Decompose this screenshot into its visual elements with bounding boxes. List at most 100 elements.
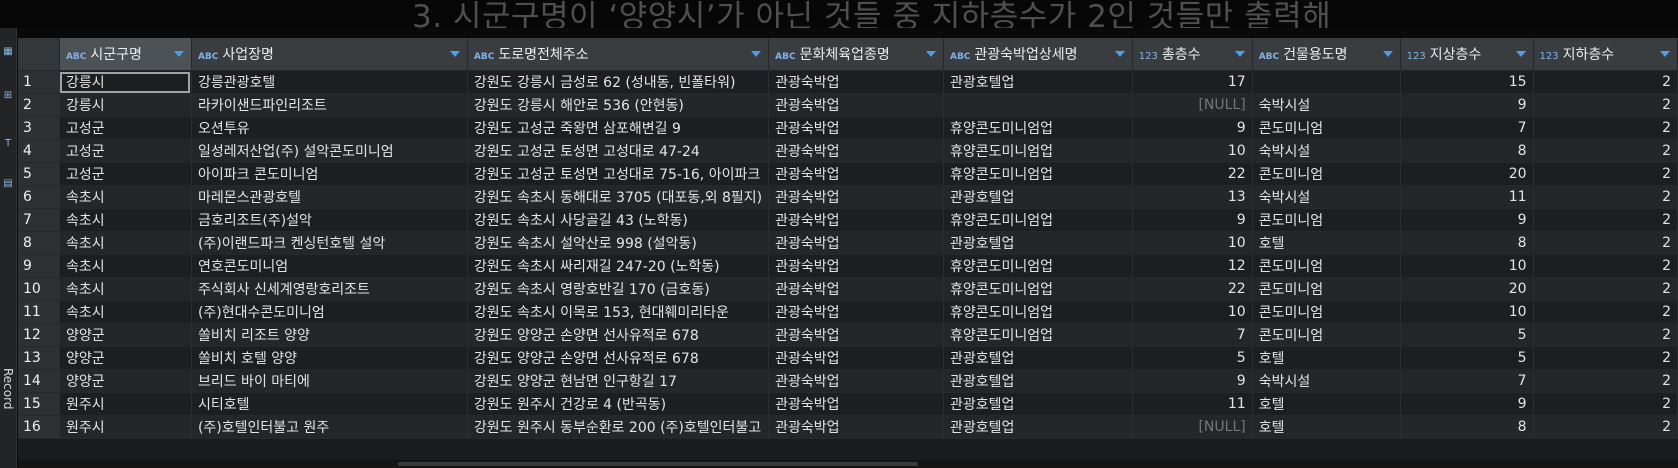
row-number[interactable]: 3 xyxy=(18,116,60,140)
table-cell[interactable]: 휴양콘도미니엄업 xyxy=(943,277,1133,301)
table-cell[interactable]: 2 xyxy=(1533,300,1678,324)
table-cell[interactable]: 속초시 xyxy=(59,208,192,232)
table-cell[interactable]: 관광숙박업 xyxy=(768,369,944,393)
table-cell[interactable]: 콘도미니엄 xyxy=(1252,116,1401,140)
table-cell[interactable]: 2 xyxy=(1533,369,1678,393)
sort-dropdown-icon[interactable] xyxy=(1234,51,1245,57)
table-cell[interactable]: 7 xyxy=(1132,323,1253,347)
table-cell[interactable]: (주)이랜드파크 켄싱턴호텔 설악 xyxy=(191,231,468,255)
table-cell[interactable]: 숙박시설 xyxy=(1252,185,1401,209)
row-number[interactable]: 6 xyxy=(18,185,60,209)
table-cell[interactable]: 2 xyxy=(1533,208,1678,232)
table-cell[interactable]: 9 xyxy=(1132,116,1253,140)
table-cell[interactable]: 주식회사 신세계영랑호리조트 xyxy=(191,277,468,301)
table-cell[interactable]: 고성군 xyxy=(59,116,192,140)
table-row[interactable]: 9 속초시 연호콘도미니엄 강원도 속초시 싸리재길 247-20 (노학동) 관광숙박… xyxy=(18,254,1678,278)
row-number[interactable]: 5 xyxy=(18,162,60,186)
table-cell[interactable]: [NULL] xyxy=(1132,415,1253,439)
table-row[interactable]: 14 양양군 브리드 바이 마티에 강원도 양양군 현남면 인구항길 17 관광숙박업 관… xyxy=(18,369,1678,393)
table-cell[interactable]: 9 xyxy=(1132,208,1253,232)
table-cell[interactable] xyxy=(943,93,1133,117)
table-cell[interactable]: 10 xyxy=(1132,300,1253,324)
horizontal-scrollbar[interactable] xyxy=(18,460,1678,468)
table-row[interactable]: 5 고성군 아이파크 콘도미니엄 강원도 고성군 토성면 고성대로 75-16, 아이… xyxy=(18,162,1678,186)
table-cell[interactable]: 고성군 xyxy=(59,139,192,163)
table-cell[interactable]: 양양군 xyxy=(59,369,192,393)
row-number[interactable]: 10 xyxy=(18,277,60,301)
table-cell[interactable]: 브리드 바이 마티에 xyxy=(191,369,468,393)
sort-dropdown-icon[interactable] xyxy=(1515,51,1526,57)
table-cell[interactable]: 라카이샌드파인리조트 xyxy=(191,93,468,117)
table-cell[interactable]: (주)현대수콘도미니엄 xyxy=(191,300,468,324)
table-cell[interactable]: 관광숙박업 xyxy=(768,415,944,439)
table-cell[interactable]: 관광숙박업 xyxy=(768,300,944,324)
table-cell[interactable]: 호텔 xyxy=(1252,415,1401,439)
text-view-icon[interactable]: T xyxy=(2,138,14,150)
column-header[interactable]: ABC 문화체육업종명 xyxy=(768,38,944,71)
row-number[interactable]: 9 xyxy=(18,254,60,278)
table-cell[interactable]: 강원도 고성군 토성면 고성대로 47-24 xyxy=(467,139,770,163)
table-cell[interactable]: 10 xyxy=(1400,300,1534,324)
table-cell[interactable]: 13 xyxy=(1132,185,1253,209)
table-cell[interactable]: 17 xyxy=(1132,70,1253,94)
column-header[interactable]: ABC 관광숙박업상세명 xyxy=(943,38,1133,71)
column-header[interactable]: 123 지하층수 xyxy=(1533,38,1678,71)
table-cell[interactable]: 양양군 xyxy=(59,323,192,347)
panel-icon[interactable]: ▤ xyxy=(2,178,14,190)
sort-dropdown-icon[interactable] xyxy=(1660,51,1670,57)
table-cell[interactable]: 12 xyxy=(1132,254,1253,278)
table-row[interactable]: 6 속초시 마레몬스관광호텔 강원도 속초시 동해대로 3705 (대포동,외 8필지… xyxy=(18,185,1678,209)
table-cell[interactable]: 강릉시 xyxy=(59,93,192,117)
table-cell[interactable]: 관광숙박업 xyxy=(768,116,944,140)
table-cell[interactable]: 2 xyxy=(1533,162,1678,186)
table-cell[interactable]: 2 xyxy=(1533,323,1678,347)
table-cell[interactable]: 속초시 xyxy=(59,300,192,324)
table-cell[interactable]: 9 xyxy=(1400,208,1534,232)
table-row[interactable]: 11 속초시 (주)현대수콘도미니엄 강원도 속초시 이목로 153, 현대훼미리타운… xyxy=(18,300,1678,324)
column-header[interactable]: 123 지상층수 xyxy=(1400,38,1534,71)
table-cell[interactable]: 9 xyxy=(1400,93,1534,117)
table-cell[interactable]: 관광숙박업 xyxy=(768,162,944,186)
table-cell[interactable]: 강원도 양양군 손양면 선사유적로 678 xyxy=(467,323,770,347)
table-cell[interactable]: 2 xyxy=(1533,116,1678,140)
table-row[interactable]: 2 강릉시 라카이샌드파인리조트 강원도 강릉시 해안로 536 (안현동) 관광숙박업… xyxy=(18,93,1678,117)
table-cell[interactable]: 관광호텔업 xyxy=(943,346,1133,370)
table-cell[interactable]: 2 xyxy=(1533,93,1678,117)
column-header[interactable]: 123 총층수 xyxy=(1132,38,1253,71)
grid-view-icon[interactable]: ▦ xyxy=(2,46,14,58)
sort-dropdown-icon[interactable] xyxy=(751,51,762,57)
table-cell[interactable]: 콘도미니엄 xyxy=(1252,300,1401,324)
sort-dropdown-icon[interactable] xyxy=(173,51,184,57)
horizontal-scrollbar-thumb[interactable] xyxy=(398,462,918,466)
table-cell[interactable]: 숙박시설 xyxy=(1252,93,1401,117)
row-number[interactable]: 4 xyxy=(18,139,60,163)
table-cell[interactable]: 고성군 xyxy=(59,162,192,186)
column-header[interactable]: ABC 건물용도명 xyxy=(1252,38,1401,71)
table-cell[interactable]: 원주시 xyxy=(59,415,192,439)
table-cell[interactable]: 관광숙박업 xyxy=(768,254,944,278)
table-cell[interactable]: 2 xyxy=(1533,277,1678,301)
table-cell[interactable]: 강원도 양양군 현남면 인구항길 17 xyxy=(467,369,770,393)
table-cell[interactable]: 콘도미니엄 xyxy=(1252,254,1401,278)
table-cell[interactable]: 휴양콘도미니엄업 xyxy=(943,300,1133,324)
table-cell[interactable]: 휴양콘도미니엄업 xyxy=(943,254,1133,278)
table-cell[interactable]: 관광숙박업 xyxy=(768,185,944,209)
sort-dropdown-icon[interactable] xyxy=(925,51,936,57)
table-cell[interactable]: 관광호텔업 xyxy=(943,392,1133,416)
table-cell[interactable]: 2 xyxy=(1533,185,1678,209)
table-cell[interactable]: 5 xyxy=(1132,346,1253,370)
table-cell[interactable]: 강원도 강릉시 해안로 536 (안현동) xyxy=(467,93,770,117)
table-cell[interactable]: 15 xyxy=(1400,70,1534,94)
record-mode-toggle[interactable]: Record xyxy=(1,368,15,409)
table-cell[interactable]: 강원도 강릉시 금성로 62 (성내동, 빈폴타워) xyxy=(467,70,770,94)
row-number[interactable]: 12 xyxy=(18,323,60,347)
table-row[interactable]: 7 속초시 금호리조트(주)설악 강원도 속초시 사당골길 43 (노학동) 관광숙박업… xyxy=(18,208,1678,232)
table-row[interactable]: 13 양양군 쏠비치 호텔 양양 강원도 양양군 손양면 선사유적로 678 관광숙박업… xyxy=(18,346,1678,370)
table-cell[interactable]: 관광숙박업 xyxy=(768,93,944,117)
table-cell[interactable]: 휴양콘도미니엄업 xyxy=(943,139,1133,163)
row-number[interactable]: 14 xyxy=(18,369,60,393)
table-cell[interactable]: 휴양콘도미니엄업 xyxy=(943,162,1133,186)
table-cell[interactable]: 연호콘도미니엄 xyxy=(191,254,468,278)
table-cell[interactable]: 20 xyxy=(1400,162,1534,186)
row-number[interactable]: 16 xyxy=(18,415,60,439)
